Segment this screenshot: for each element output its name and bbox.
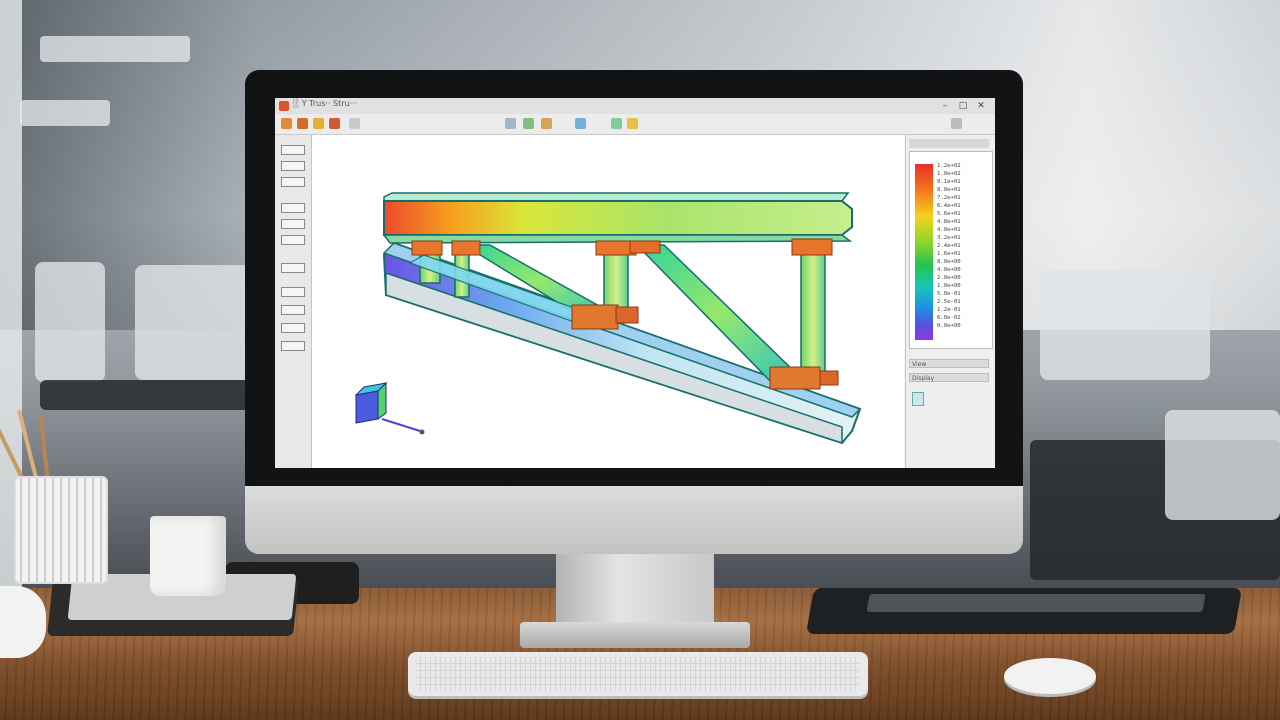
pen-cup bbox=[14, 476, 108, 584]
redo-icon[interactable] bbox=[349, 118, 360, 129]
legend-label: 3.2e+01 bbox=[937, 235, 961, 241]
load-tool[interactable] bbox=[281, 219, 305, 229]
legend-label: 5.6e+01 bbox=[937, 211, 961, 217]
legend-label: 1.2e+02 bbox=[937, 163, 961, 169]
report-tool[interactable] bbox=[281, 341, 305, 351]
legend-label: 1.0e+00 bbox=[937, 283, 961, 289]
color-map-icon[interactable] bbox=[627, 118, 638, 129]
view-cube[interactable] bbox=[354, 381, 425, 435]
support-tool[interactable] bbox=[281, 203, 305, 213]
post bbox=[800, 246, 826, 382]
title-bar: ░ Y Trus·· Stru··· – □ ✕ bbox=[275, 98, 995, 115]
settings-icon[interactable] bbox=[951, 118, 962, 129]
keyboard bbox=[408, 652, 868, 696]
select-icon[interactable] bbox=[505, 118, 516, 129]
background-desk bbox=[40, 380, 260, 410]
minimize-button[interactable]: – bbox=[939, 100, 951, 112]
legend-header bbox=[909, 139, 989, 148]
results-panel: 1.2e+02 1.0e+02 9.1e+01 8.0e+01 7.2e+01 … bbox=[905, 135, 995, 468]
close-button[interactable]: ✕ bbox=[975, 100, 987, 112]
truss-model bbox=[354, 192, 862, 445]
stress-legend: 1.2e+02 1.0e+02 9.1e+01 8.0e+01 7.2e+01 … bbox=[909, 151, 993, 349]
rotate-icon[interactable] bbox=[523, 118, 534, 129]
legend-label: 0.0e+00 bbox=[937, 323, 961, 329]
legend-label: 2.4e+01 bbox=[937, 243, 961, 249]
save-icon[interactable] bbox=[313, 118, 324, 129]
legend-label: 1.0e+02 bbox=[937, 171, 961, 177]
background-chair bbox=[135, 265, 250, 380]
model-viewport[interactable] bbox=[312, 135, 904, 468]
color-scale-bar bbox=[915, 164, 933, 340]
legend-label: 2.5e-01 bbox=[937, 299, 961, 305]
app-title: ░ Y Trus·· Stru··· bbox=[293, 99, 358, 108]
mesh-tool[interactable] bbox=[281, 235, 305, 245]
zoom-icon[interactable] bbox=[541, 118, 552, 129]
legend-label: 4.0e+00 bbox=[937, 267, 961, 273]
top-chord bbox=[383, 200, 853, 236]
view-dropdown[interactable]: View bbox=[909, 359, 989, 368]
analysis-tool[interactable] bbox=[281, 263, 305, 273]
results-tool[interactable] bbox=[281, 287, 305, 297]
background-chair bbox=[35, 262, 105, 382]
ceiling-light bbox=[20, 100, 110, 126]
legend-label: 9.1e+01 bbox=[937, 179, 961, 185]
legend-label: 4.8e+01 bbox=[937, 219, 961, 225]
background-chair bbox=[1165, 410, 1280, 520]
maximize-button[interactable]: □ bbox=[957, 100, 969, 112]
legend-labels: 1.2e+02 1.0e+02 9.1e+01 8.0e+01 7.2e+01 … bbox=[937, 162, 961, 330]
tool-panel bbox=[275, 135, 312, 468]
render-icon[interactable] bbox=[611, 118, 622, 129]
legend-label: 2.0e+00 bbox=[937, 275, 961, 281]
legend-label: 8.0e+01 bbox=[937, 187, 961, 193]
monitor-screen: ░ Y Trus·· Stru··· – □ ✕ 1.2e+02 1.0e+02… bbox=[275, 98, 995, 468]
thumbnail-icon[interactable] bbox=[912, 392, 924, 406]
coffee-mug bbox=[150, 516, 226, 596]
legend-label: 6.4e+01 bbox=[937, 203, 961, 209]
top-chord-flange bbox=[383, 192, 850, 202]
pan-icon[interactable] bbox=[575, 118, 586, 129]
legend-label: 1.6e+01 bbox=[937, 251, 961, 257]
material-tool[interactable] bbox=[281, 323, 305, 333]
legend-label: 7.2e+01 bbox=[937, 195, 961, 201]
tablet-screen bbox=[866, 594, 1206, 612]
display-dropdown[interactable]: Display bbox=[909, 373, 989, 382]
node-tool[interactable] bbox=[281, 161, 305, 171]
select-tool[interactable] bbox=[281, 145, 305, 155]
background-chair bbox=[1040, 270, 1210, 380]
open-icon[interactable] bbox=[297, 118, 308, 129]
legend-label: 6.0e-02 bbox=[937, 315, 961, 321]
app-logo-icon bbox=[279, 101, 289, 111]
toolbar bbox=[275, 114, 995, 135]
member-tool[interactable] bbox=[281, 177, 305, 187]
legend-label: 4.0e+01 bbox=[937, 227, 961, 233]
section-tool[interactable] bbox=[281, 305, 305, 315]
legend-label: 5.0e-01 bbox=[937, 291, 961, 297]
new-icon[interactable] bbox=[281, 118, 292, 129]
legend-label: 1.2e-01 bbox=[937, 307, 961, 313]
legend-label: 8.0e+00 bbox=[937, 259, 961, 265]
ceiling-light bbox=[40, 36, 190, 62]
mouse bbox=[1004, 658, 1096, 694]
undo-icon[interactable] bbox=[329, 118, 340, 129]
monitor-chin bbox=[245, 486, 1023, 554]
monitor-stand-base bbox=[520, 622, 750, 648]
